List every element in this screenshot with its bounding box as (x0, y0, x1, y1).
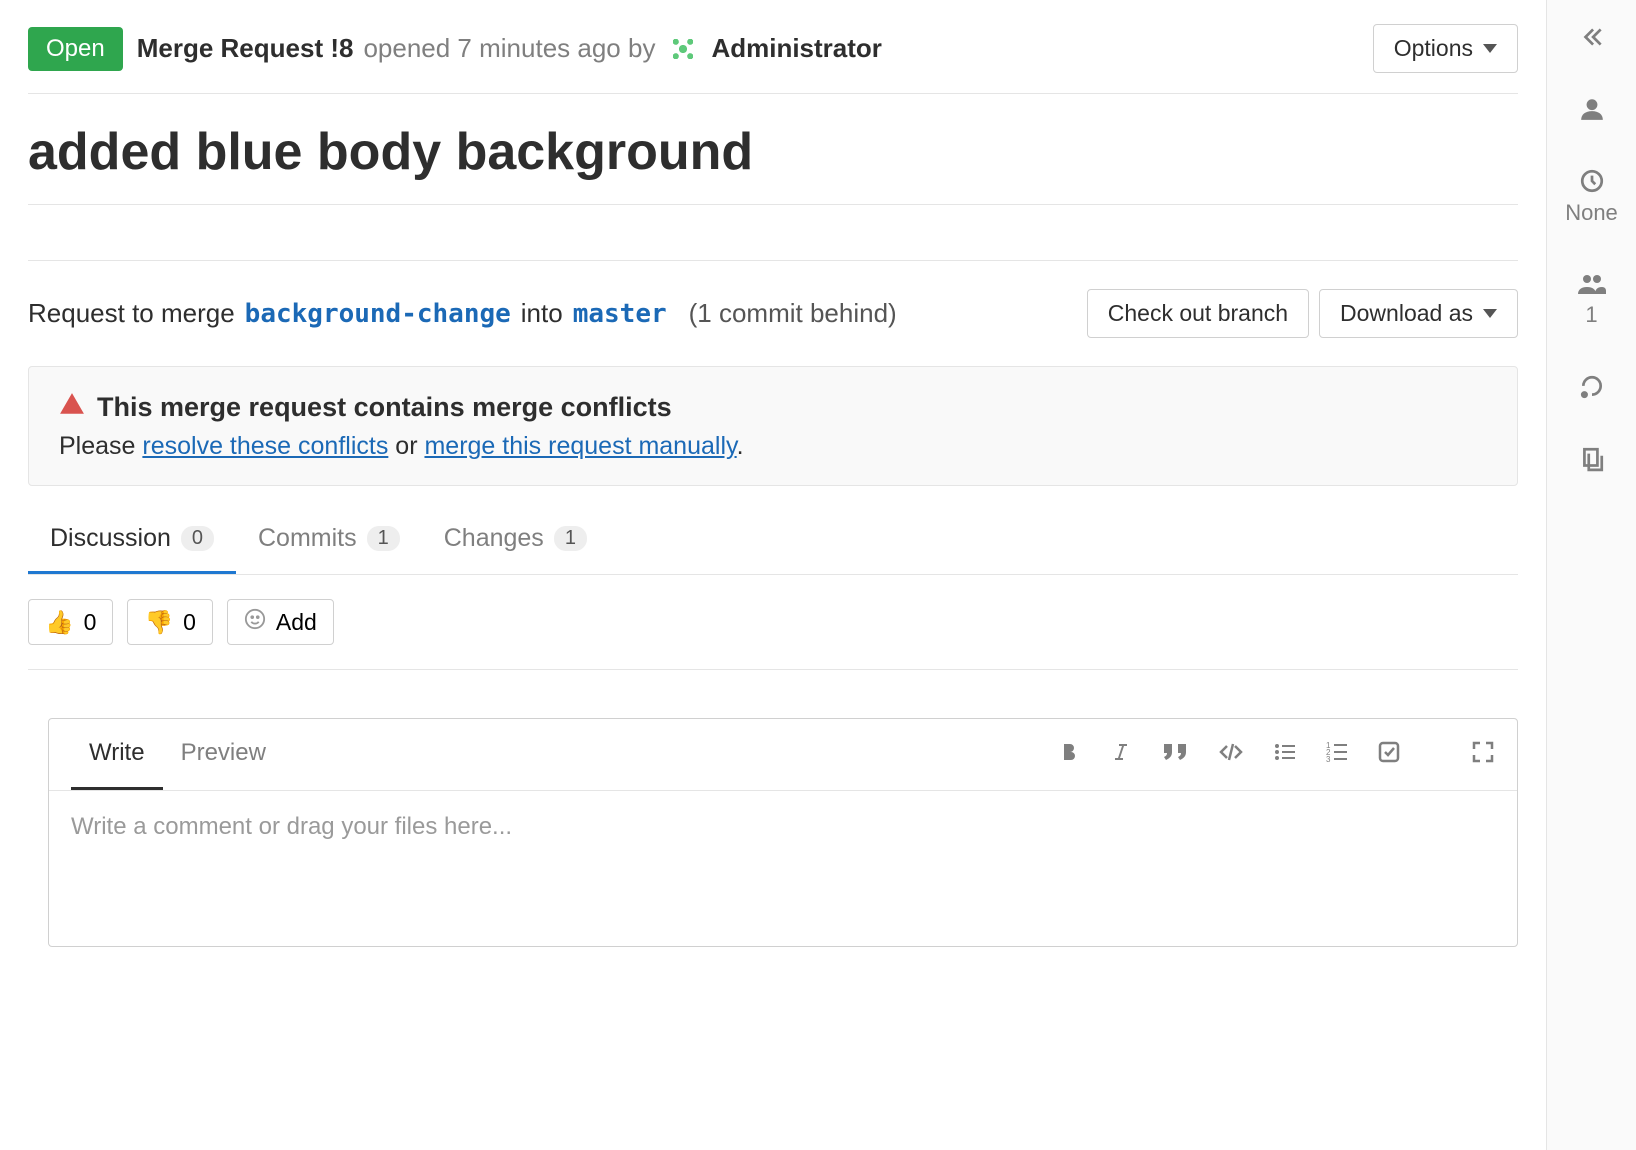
reference-section[interactable] (1579, 446, 1605, 472)
write-tab[interactable]: Write (71, 719, 163, 790)
tab-commits-count: 1 (367, 526, 400, 551)
right-sidebar: None 1 (1546, 0, 1636, 1150)
behind-text: (1 commit behind) (689, 298, 897, 329)
smiley-icon (244, 608, 266, 636)
thumbs-up-button[interactable]: 👍 0 (28, 599, 113, 645)
avatar[interactable] (665, 31, 701, 67)
milestone-value: None (1565, 200, 1618, 226)
thumbs-down-button[interactable]: 👎 0 (127, 599, 212, 645)
thumbs-up-count: 0 (84, 609, 97, 636)
checkout-branch-button[interactable]: Check out branch (1087, 289, 1309, 338)
author-link[interactable]: Administrator (711, 33, 881, 64)
comment-textarea[interactable] (49, 791, 1517, 941)
tab-discussion-count: 0 (181, 526, 214, 551)
comment-tabs: Write Preview 123 (49, 719, 1517, 791)
alert-title-text: This merge request contains merge confli… (97, 392, 672, 423)
into-text: into (521, 298, 563, 329)
resolve-conflicts-link[interactable]: resolve these conflicts (142, 432, 388, 460)
warning-icon (59, 391, 85, 424)
status-badge: Open (28, 27, 123, 71)
options-label: Options (1394, 35, 1473, 62)
caret-down-icon (1483, 44, 1497, 53)
request-to-merge-text: Request to merge (28, 298, 235, 329)
add-reaction-button[interactable]: Add (227, 599, 334, 645)
mr-label: Merge Request !8 (137, 33, 354, 64)
comment-box: Write Preview 123 (48, 718, 1518, 947)
tab-changes[interactable]: Changes 1 (422, 506, 609, 574)
preview-tab[interactable]: Preview (163, 719, 284, 790)
numbered-list-icon[interactable]: 123 (1325, 740, 1349, 769)
bold-icon[interactable] (1057, 740, 1081, 769)
merge-manually-link[interactable]: merge this request manually (424, 432, 736, 460)
alert-end: . (737, 432, 744, 460)
code-icon[interactable] (1217, 740, 1245, 769)
tab-changes-label: Changes (444, 524, 544, 553)
add-reaction-label: Add (276, 609, 317, 636)
tab-changes-count: 1 (554, 526, 587, 551)
task-list-icon[interactable] (1377, 740, 1401, 769)
participants-count: 1 (1577, 302, 1607, 328)
source-branch-link[interactable]: background-change (245, 299, 511, 329)
target-branch-link[interactable]: master (573, 299, 667, 329)
bullet-list-icon[interactable] (1273, 740, 1297, 769)
participants-section[interactable]: 1 (1577, 272, 1607, 328)
assignee-section[interactable] (1579, 96, 1605, 122)
conflict-alert: This merge request contains merge confli… (28, 366, 1518, 486)
reactions: 👍 0 👎 0 Add (28, 575, 1518, 670)
alert-please: Please (59, 432, 142, 460)
tab-discussion-label: Discussion (50, 524, 171, 553)
alert-or: or (388, 432, 424, 460)
merge-info: Request to merge background-change into … (28, 261, 1518, 366)
fullscreen-icon[interactable] (1471, 740, 1495, 769)
tab-discussion[interactable]: Discussion 0 (28, 506, 236, 574)
mr-header: Open Merge Request !8 opened 7 minutes a… (28, 24, 1518, 94)
tab-commits-label: Commits (258, 524, 357, 553)
thumbs-up-icon: 👍 (45, 609, 74, 636)
collapse-sidebar-button[interactable] (1579, 24, 1605, 50)
caret-down-icon (1483, 309, 1497, 318)
quote-icon[interactable] (1161, 740, 1189, 769)
thumbs-down-icon: 👎 (144, 609, 173, 636)
italic-icon[interactable] (1109, 740, 1133, 769)
mr-title: added blue body background (28, 94, 1518, 205)
download-as-label: Download as (1340, 300, 1473, 327)
tab-commits[interactable]: Commits 1 (236, 506, 422, 574)
milestone-section[interactable]: None (1565, 168, 1618, 226)
notifications-section[interactable] (1579, 374, 1605, 400)
opened-text: opened 7 minutes ago by (363, 33, 655, 64)
svg-text:3: 3 (1326, 755, 1331, 764)
options-button[interactable]: Options (1373, 24, 1518, 73)
download-as-button[interactable]: Download as (1319, 289, 1518, 338)
description-spacer (28, 205, 1518, 261)
thumbs-down-count: 0 (183, 609, 196, 636)
mr-tabs: Discussion 0 Commits 1 Changes 1 (28, 506, 1518, 575)
